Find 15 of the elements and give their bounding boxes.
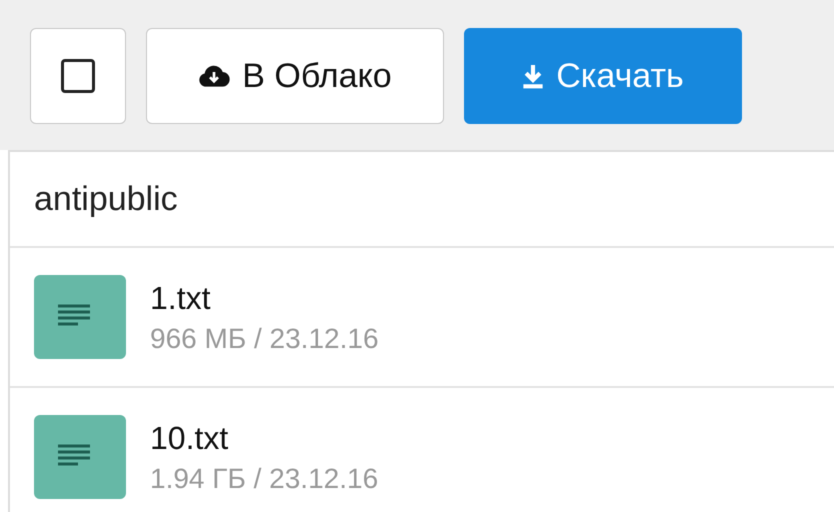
file-name: 10.txt <box>150 420 230 456</box>
cloud-button[interactable]: В Облако <box>146 28 444 124</box>
download-button[interactable]: Скачать <box>464 28 742 124</box>
file-row[interactable]: 1.txt 966 МБ / 23.12.16 <box>10 248 834 388</box>
file-row[interactable]: 10.txt 1.94 ГБ / 23.12.16 <box>10 388 834 512</box>
file-meta: 1.94 ГБ / 23.12.16 <box>150 462 378 494</box>
checkbox[interactable] <box>61 59 95 93</box>
text-file-icon <box>34 275 126 359</box>
text-file-icon <box>34 415 126 499</box>
cloud-download-icon <box>198 64 230 88</box>
select-all-button[interactable] <box>30 28 126 124</box>
file-meta: 966 МБ / 23.12.16 <box>150 322 379 354</box>
download-icon <box>522 63 544 89</box>
folder-title: antipublic <box>10 152 834 248</box>
file-name: 1.txt <box>150 280 212 316</box>
